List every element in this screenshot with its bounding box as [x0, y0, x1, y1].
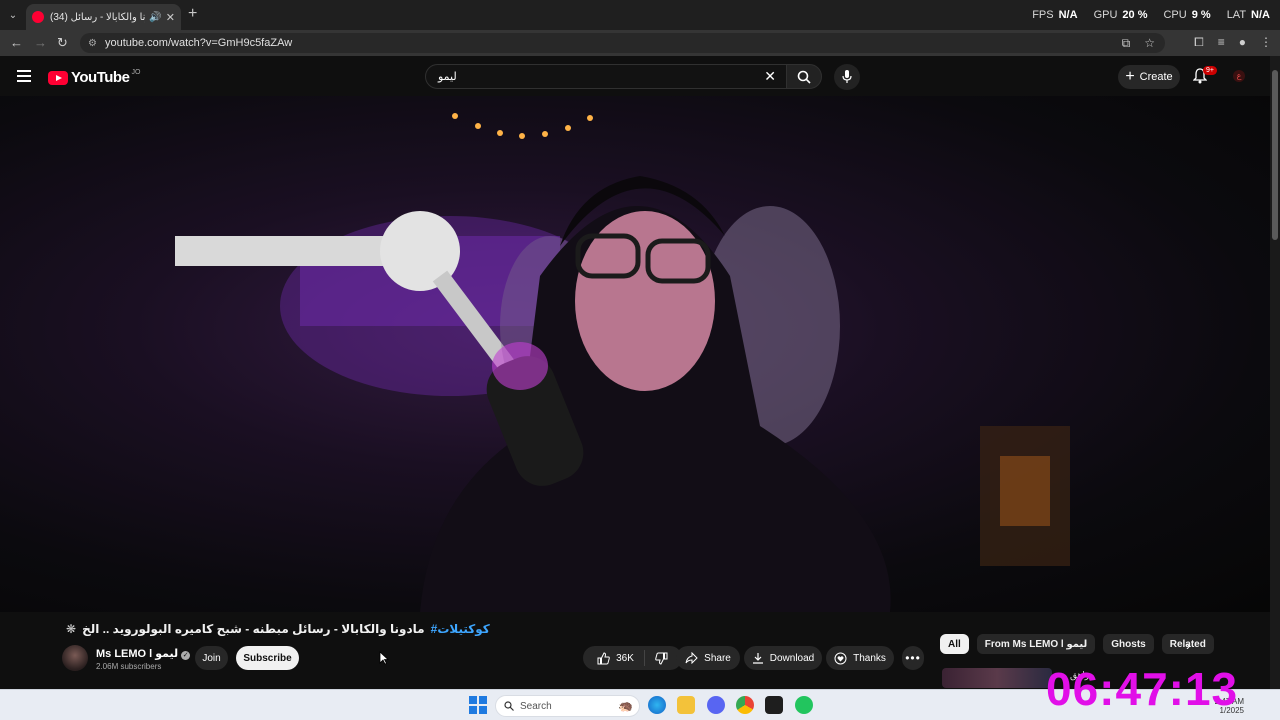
browser-tab-strip: ⌄ (34) مادونا والكابالا - رسائل ... 🔊 ✕ … [0, 0, 1280, 30]
chip-all[interactable]: All [940, 634, 969, 654]
chip-from-channel[interactable]: From Ms LEMO l ليمو [976, 634, 1096, 654]
taskbar-search[interactable]: Search 🦔 [495, 695, 640, 717]
page-scrollbar[interactable] [1270, 56, 1280, 690]
chrome-icon[interactable] [736, 696, 754, 714]
like-icon[interactable] [597, 651, 610, 665]
thanks-heart-dollar-icon [834, 652, 847, 664]
channel-name[interactable]: Ms LEMO l ليمو ✓ [96, 647, 191, 660]
speaker-icon[interactable]: 🔊 [149, 12, 161, 23]
menu-icon[interactable] [17, 70, 31, 82]
extensions-icon[interactable]: ⧠ [1194, 35, 1204, 50]
plus-icon: + [1125, 68, 1135, 85]
clear-search-icon[interactable]: ✕ [764, 68, 776, 85]
search-icon [797, 70, 811, 84]
stat-cpu: CPU 9 % [1163, 9, 1211, 21]
video-frame [175, 113, 1070, 612]
subscriber-count: 2.06M subscribers [96, 662, 162, 671]
forward-icon[interactable]: → [34, 35, 47, 50]
verified-icon: ✓ [181, 651, 191, 660]
more-actions-button[interactable]: ••• [902, 646, 924, 670]
like-count[interactable]: 36K [616, 653, 634, 664]
bookmark-star-icon[interactable]: ☆ [1144, 36, 1155, 51]
address-bar[interactable]: ⚙ youtube.com/watch?v=GmH9c5faZAw ⧉ ☆ [80, 33, 1165, 53]
stat-lat: LAT N/A [1226, 9, 1270, 21]
scrollbar-thumb[interactable] [1272, 70, 1278, 240]
new-tab-icon[interactable]: + [188, 5, 197, 23]
thanks-button[interactable]: Thanks [826, 646, 894, 670]
hashtag-link[interactable]: #كوكتيلات [431, 622, 490, 636]
share-button[interactable]: Share [676, 646, 740, 670]
mouse-cursor-icon [379, 651, 389, 665]
join-button[interactable]: Join [195, 646, 228, 670]
discord-icon[interactable] [707, 696, 725, 714]
dislike-icon[interactable] [655, 652, 668, 665]
create-button[interactable]: + Create [1118, 65, 1180, 89]
youtube-play-icon [48, 70, 68, 85]
stat-fps: FPS N/A [1032, 9, 1078, 21]
file-explorer-icon[interactable] [677, 696, 695, 714]
terminal-icon[interactable] [765, 696, 783, 714]
sparkle-icon: ❋ [66, 622, 77, 636]
browser-menu-icon[interactable]: ⋮ [1260, 35, 1272, 50]
chip-ghosts[interactable]: Ghosts [1103, 634, 1154, 654]
windows-start-icon[interactable] [469, 696, 487, 714]
site-info-icon[interactable]: ⚙ [88, 38, 97, 49]
close-icon[interactable]: ✕ [166, 11, 175, 24]
search-icon [504, 701, 514, 711]
share-icon [685, 652, 698, 664]
video-title: ❋ مادونا والكابالا - رسائل مبطنه - شبح ك… [66, 622, 490, 636]
chevron-right-icon[interactable]: › [1186, 638, 1190, 653]
youtube-header: YouTube JO ليمو ✕ + Create 9+ ع [0, 56, 1280, 96]
download-icon [752, 653, 763, 664]
channel-avatar[interactable] [62, 645, 88, 671]
search-highlight-icon: 🦔 [618, 699, 633, 713]
account-avatar[interactable]: ع [1233, 70, 1245, 82]
back-icon[interactable]: ← [10, 35, 23, 50]
stat-gpu: GPU 20 % [1093, 9, 1148, 21]
search-input[interactable]: ليمو ✕ [425, 64, 787, 89]
youtube-logo[interactable]: YouTube JO [48, 69, 140, 86]
app-icon[interactable] [795, 696, 813, 714]
recommended-video-thumbnail[interactable] [942, 668, 1052, 688]
overlay-clock: 06:47:13 [1046, 663, 1239, 715]
download-button[interactable]: Download [744, 646, 822, 670]
performance-overlay: FPS N/A GPU 20 % CPU 9 % LAT N/A [1032, 9, 1270, 21]
video-player[interactable] [0, 96, 1270, 612]
divider [643, 650, 645, 666]
youtube-favicon-icon [32, 11, 44, 23]
profile-icon[interactable]: ● [1239, 35, 1246, 50]
search-button[interactable] [786, 64, 822, 89]
tab-title: (34) مادونا والكابالا - رسائل ... [50, 11, 146, 23]
notification-badge: 9+ [1203, 66, 1217, 75]
reload-icon[interactable]: ↻ [57, 35, 68, 51]
install-app-icon[interactable]: ⧉ [1122, 36, 1131, 51]
subscribe-button[interactable]: Subscribe [236, 646, 299, 670]
browser-tab[interactable]: (34) مادونا والكابالا - رسائل ... 🔊 ✕ [26, 4, 181, 30]
media-controls-icon[interactable]: ≡ [1218, 35, 1225, 50]
url-text: youtube.com/watch?v=GmH9c5faZAw [104, 37, 293, 49]
tab-search-icon[interactable]: ⌄ [4, 6, 22, 24]
edge-browser-icon[interactable] [648, 696, 666, 714]
microphone-icon [842, 70, 852, 83]
like-dislike-group: 36K [583, 646, 682, 670]
video-title-text: مادونا والكابالا - رسائل مبطنه - شبح كام… [82, 622, 425, 636]
voice-search-button[interactable] [834, 64, 860, 90]
browser-toolbar: ← → ↻ ⚙ youtube.com/watch?v=GmH9c5faZAw … [0, 30, 1280, 56]
recommendation-filter-chips: All From Ms LEMO l ليمو Ghosts Related [940, 634, 1214, 656]
